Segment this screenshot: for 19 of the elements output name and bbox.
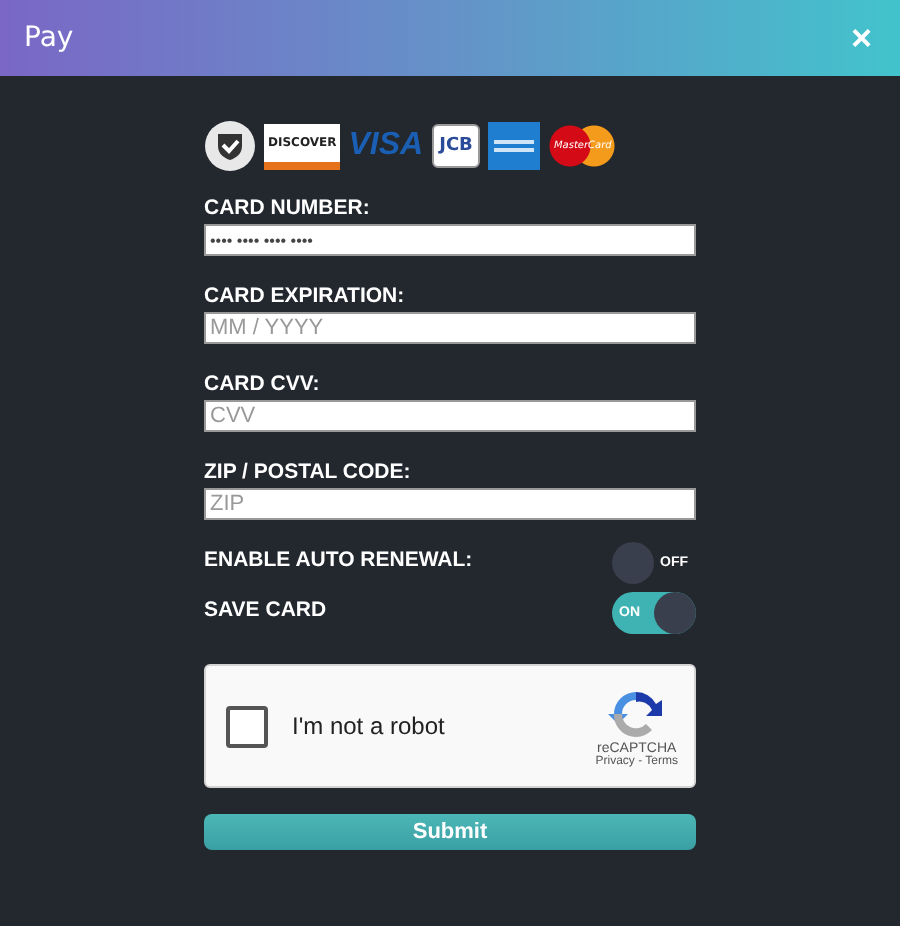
input-field[interactable]: •••• •••• •••• •••• xyxy=(204,224,696,256)
input-field[interactable]: ZIP xyxy=(204,488,696,520)
jcb-logo: JCB xyxy=(431,124,481,168)
submit-button[interactable]: Submit xyxy=(204,814,696,850)
amex-card-icon xyxy=(488,122,541,170)
visa-logo: VISA xyxy=(348,128,424,164)
toggle-label: ENABLE AUTO RENEWAL: xyxy=(204,548,473,572)
toggle-label: SAVE CARD xyxy=(204,598,327,622)
field-label: ZIP / POSTAL CODE: xyxy=(204,460,413,484)
captcha-checkbox[interactable] xyxy=(226,705,268,747)
field-label: CARD EXPIRATION: xyxy=(204,284,407,308)
input-field[interactable]: MM / YYYY xyxy=(204,312,696,344)
field-label: CARD CVV: xyxy=(204,372,322,396)
captcha-label: I'm not a robot xyxy=(292,712,447,740)
shield-check-icon xyxy=(204,120,256,172)
input-field[interactable]: CVV xyxy=(204,400,696,432)
close-button[interactable]: × xyxy=(846,20,876,56)
field-label: CARD NUMBER: xyxy=(204,196,372,220)
window-title: Pay xyxy=(24,22,74,54)
